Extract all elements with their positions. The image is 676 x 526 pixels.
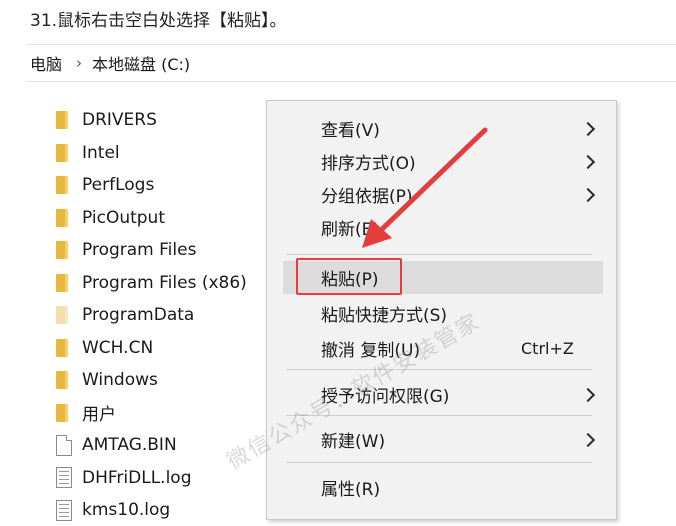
- list-item[interactable]: PicOutput: [56, 202, 266, 235]
- menu-separator: [286, 369, 592, 370]
- chevron-right-icon: [580, 154, 596, 169]
- file-name: PerfLogs: [82, 175, 155, 196]
- folder-icon: [56, 240, 72, 260]
- list-item[interactable]: WCH.CN: [56, 332, 266, 365]
- file-icon: [56, 434, 72, 456]
- file-name: DRIVERS: [82, 110, 157, 131]
- chevron-right-icon: [580, 187, 596, 202]
- menu-item-label: 分组依据(P): [321, 187, 413, 207]
- menu-item-label: 新建(W): [321, 432, 386, 452]
- chevron-right-icon: [580, 387, 596, 402]
- menu-separator: [286, 462, 592, 463]
- menu-item-label: 刷新(E): [321, 220, 380, 240]
- list-item[interactable]: AMTAG.BIN: [56, 429, 266, 462]
- menu-item-shortcut: Ctrl+Z: [521, 339, 574, 358]
- list-item[interactable]: kms10.log: [56, 494, 266, 526]
- folder-faded-icon: [56, 305, 72, 325]
- folder-icon: [56, 110, 72, 130]
- menu-item-paste-shortcut[interactable]: 粘贴快捷方式(S): [283, 297, 603, 330]
- file-name: AMTAG.BIN: [82, 435, 177, 456]
- menu-item-group-by[interactable]: 分组依据(P): [283, 178, 603, 211]
- folder-icon: [56, 208, 72, 228]
- folder-icon: [56, 338, 72, 358]
- list-item[interactable]: Intel: [56, 137, 266, 170]
- file-name: Program Files (x86): [82, 272, 247, 293]
- file-name: Program Files: [82, 240, 197, 261]
- list-item[interactable]: Windows: [56, 364, 266, 397]
- folder-icon: [56, 370, 72, 390]
- breadcrumb-this-pc[interactable]: 电脑: [30, 51, 62, 75]
- file-name: PicOutput: [82, 207, 165, 228]
- folder-icon: [56, 273, 72, 293]
- menu-item-label: 排序方式(O): [321, 154, 416, 174]
- folder-icon: [56, 403, 72, 423]
- menu-item-label: 粘贴快捷方式(S): [321, 306, 448, 326]
- menu-separator: [286, 415, 592, 416]
- chevron-right-icon: [580, 432, 596, 447]
- menu-item-label: 属性(R): [321, 480, 381, 500]
- list-item[interactable]: Program Files (x86): [56, 267, 266, 300]
- file-name: WCH.CN: [82, 337, 154, 358]
- file-name: DHFriDLL.log: [82, 467, 192, 488]
- breadcrumb-chevron-icon: ›: [76, 54, 83, 72]
- list-item[interactable]: ProgramData: [56, 299, 266, 332]
- file-name: Intel: [82, 142, 120, 163]
- file-name: Windows: [82, 370, 158, 391]
- list-item[interactable]: Program Files: [56, 234, 266, 267]
- list-item[interactable]: PerfLogs: [56, 169, 266, 202]
- menu-item-label: 授予访问权限(G): [321, 387, 450, 407]
- tutorial-caption: 31.鼠标右击空白处选择【粘贴】。: [30, 11, 287, 31]
- paste-highlight-box: [296, 258, 402, 295]
- chevron-right-icon: [580, 121, 596, 136]
- file-name: kms10.log: [82, 500, 171, 521]
- list-item[interactable]: 用户: [56, 397, 266, 430]
- file-name: ProgramData: [82, 305, 195, 326]
- list-item[interactable]: DHFriDLL.log: [56, 462, 266, 495]
- menu-item-label: 撤消 复制(U): [321, 341, 421, 361]
- menu-item-view[interactable]: 查看(V): [283, 112, 603, 145]
- folder-icon: [56, 175, 72, 195]
- file-list: DRIVERS Intel PerfLogs PicOutput Program…: [56, 104, 266, 526]
- folder-icon: [56, 143, 72, 163]
- file-name: 用户: [82, 405, 116, 426]
- menu-item-label: 查看(V): [321, 121, 380, 141]
- menu-item-undo-copy[interactable]: 撤消 复制(U) Ctrl+Z: [283, 332, 603, 365]
- context-menu: 查看(V) 排序方式(O) 分组依据(P) 刷新(E) 粘贴(P) 粘贴快捷方式…: [266, 100, 617, 520]
- menu-item-grant-access[interactable]: 授予访问权限(G): [283, 378, 603, 411]
- menu-separator: [286, 254, 592, 255]
- address-bar[interactable]: 电脑 › 本地磁盘 (C:): [26, 44, 676, 82]
- menu-item-sort-by[interactable]: 排序方式(O): [283, 145, 603, 178]
- breadcrumb-local-disk[interactable]: 本地磁盘 (C:): [92, 51, 190, 75]
- text-file-icon: [56, 467, 72, 489]
- menu-item-refresh[interactable]: 刷新(E): [283, 211, 603, 244]
- menu-item-new[interactable]: 新建(W): [283, 423, 603, 456]
- text-file-icon: [56, 499, 72, 521]
- list-item[interactable]: DRIVERS: [56, 104, 266, 137]
- menu-item-properties[interactable]: 属性(R): [283, 471, 603, 504]
